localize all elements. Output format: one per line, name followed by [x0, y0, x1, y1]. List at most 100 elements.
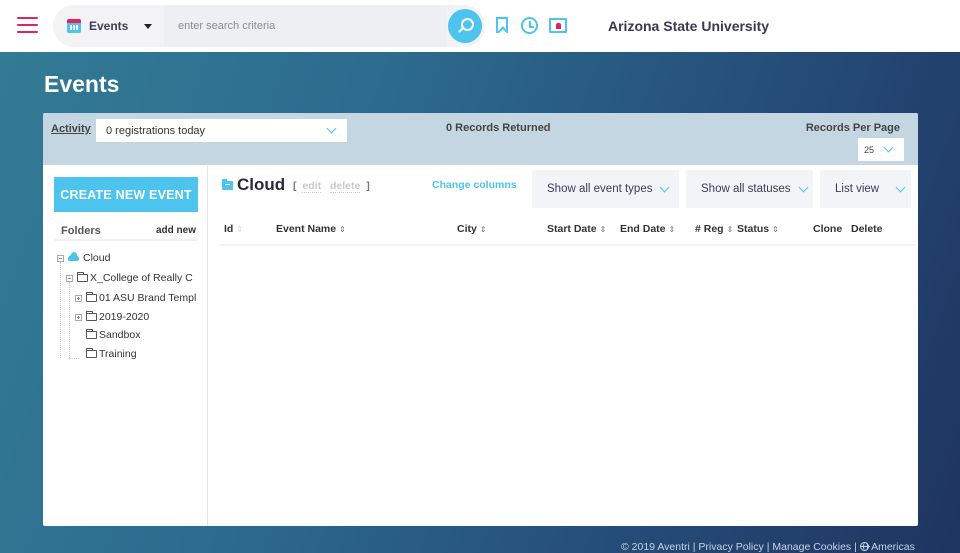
column-header-end-date[interactable]: End Date ⇕	[620, 223, 675, 235]
sort-icon: ⇕	[339, 225, 346, 234]
privacy-policy-link[interactable]: Privacy Policy	[698, 541, 763, 553]
column-label: City	[457, 223, 477, 235]
view-value: List view	[835, 183, 880, 195]
column-label: Id	[224, 223, 234, 235]
search-button[interactable]	[448, 9, 482, 43]
status-value: Show all statuses	[701, 183, 791, 195]
separator: |	[766, 541, 770, 553]
folders-sidebar: CREATE NEW EVENT Folders add new Cloud X…	[43, 165, 208, 526]
chevron-down-icon	[895, 182, 906, 192]
tree-item-2019-2020[interactable]: 2019-2020	[75, 311, 149, 323]
folder-icon	[86, 311, 97, 321]
expand-icon[interactable]	[75, 313, 82, 321]
folder-icon	[77, 272, 88, 282]
divider	[54, 239, 198, 241]
records-per-page-label: Records Per Page	[805, 122, 900, 134]
folder-actions: [ edit delete ]	[293, 180, 370, 193]
separator: |	[692, 541, 696, 553]
manage-cookies-link[interactable]: Manage Cookies	[772, 541, 851, 553]
tree-item-x-college[interactable]: X_College of Really C	[66, 272, 193, 284]
tree-item-label: 2019-2020	[99, 311, 150, 323]
column-label: Clone	[813, 223, 843, 235]
caret-down-icon	[144, 23, 153, 29]
column-header-event-name[interactable]: Event Name ⇕	[276, 223, 346, 235]
search-bar: Events	[53, 5, 485, 47]
status-filter[interactable]: Show all statuses	[686, 170, 813, 208]
chevron-down-icon	[798, 182, 808, 192]
sort-icon: ⇕	[772, 225, 779, 234]
bracket-open: [	[293, 180, 297, 192]
view-filter[interactable]: List view	[820, 170, 911, 208]
sort-icon: ⇕	[599, 225, 607, 234]
collapse-icon[interactable]	[66, 274, 73, 282]
events-panel: Activity 0 registrations today 0 Records…	[43, 113, 918, 526]
event-types-value: Show all event types	[547, 183, 653, 195]
top-nav: Events Arizona State University	[0, 0, 960, 52]
chevron-down-icon	[660, 182, 670, 192]
cloud-icon	[68, 252, 79, 261]
tree-item-label: 01 ASU Brand Templā	[99, 292, 196, 304]
table-header: Id ⇳ Event Name ⇕ City ⇕ Start Date ⇕ End Da…	[219, 220, 915, 246]
folder-icon	[86, 348, 97, 358]
create-new-event-button[interactable]: CREATE NEW EVENT	[54, 177, 198, 212]
column-label: End Date	[620, 223, 666, 235]
column-header-city[interactable]: City ⇕	[457, 223, 487, 235]
search-input[interactable]	[164, 5, 447, 47]
module-label: Events	[89, 19, 129, 33]
sort-icon: ⇳	[236, 225, 244, 234]
tree-item-label: X_College of Really C	[90, 272, 193, 284]
bracket-close: ]	[366, 180, 370, 192]
event-types-filter[interactable]: Show all event types	[532, 170, 679, 208]
chevron-down-icon	[326, 123, 337, 134]
column-header-clone: Clone	[813, 223, 842, 235]
events-content: Cloud [ edit delete ] Change columns Sho…	[209, 165, 918, 526]
tree-item-cloud[interactable]: Cloud	[57, 252, 110, 264]
organization-name: Arizona State University	[608, 18, 770, 34]
folder-open-icon	[222, 179, 233, 190]
module-selector[interactable]: Events	[53, 5, 163, 47]
activity-link[interactable]: Activity	[51, 123, 91, 135]
expand-icon[interactable]	[75, 294, 82, 302]
records-returned: 0 Records Returned	[446, 122, 551, 134]
menu-icon[interactable]	[17, 17, 38, 33]
edit-folder-link[interactable]: edit	[302, 180, 322, 193]
records-per-page-value: 25	[864, 145, 875, 155]
tree-item-asu-brand-templates[interactable]: 01 ASU Brand Templā	[75, 292, 196, 304]
panel-header: Activity 0 registrations today 0 Records…	[43, 113, 918, 165]
folder-icon	[86, 292, 97, 302]
column-header-start-date[interactable]: Start Date ⇕	[547, 223, 606, 235]
tree-connector	[69, 282, 70, 358]
column-label: Event Name	[276, 223, 337, 235]
activity-dropdown[interactable]: 0 registrations today	[96, 119, 347, 142]
column-label: Delete	[851, 223, 883, 235]
delete-folder-link[interactable]: delete	[330, 180, 361, 193]
clock-icon[interactable]	[521, 17, 538, 34]
chevron-down-icon	[883, 142, 894, 153]
add-new-folder-link[interactable]: add new	[156, 225, 196, 236]
tree-item-label: Sandbox	[99, 329, 141, 341]
folder-title: Cloud	[237, 175, 286, 194]
activity-value: 0 registrations today	[106, 124, 206, 137]
folders-label: Folders	[61, 225, 101, 237]
globe-icon	[859, 542, 870, 551]
column-header-reg[interactable]: # Reg ⇕	[695, 223, 733, 235]
collapse-icon[interactable]	[57, 254, 64, 262]
tree-item-sandbox[interactable]: Sandbox	[86, 329, 140, 341]
region-link[interactable]: Americas	[871, 541, 915, 553]
records-per-page-dropdown[interactable]: 25	[858, 138, 904, 161]
change-columns-link[interactable]: Change columns	[432, 179, 517, 191]
calendar-icon	[67, 19, 81, 33]
column-label: Status	[737, 223, 770, 235]
column-header-status[interactable]: Status ⇕	[737, 223, 779, 235]
column-header-delete: Delete	[851, 223, 883, 235]
sort-icon: ⇕	[726, 225, 734, 234]
bookmark-icon[interactable]	[496, 17, 508, 33]
footer: © 2019 Aventri | Privacy Policy | Manage…	[621, 541, 915, 553]
column-label: # Reg	[695, 223, 724, 235]
tree-connector	[60, 262, 61, 358]
tree-item-training[interactable]: Training	[86, 348, 137, 360]
column-header-id[interactable]: Id ⇳	[224, 223, 243, 235]
sort-icon: ⇕	[668, 225, 676, 234]
separator: |	[854, 541, 857, 553]
folder-user-icon[interactable]	[549, 18, 567, 33]
